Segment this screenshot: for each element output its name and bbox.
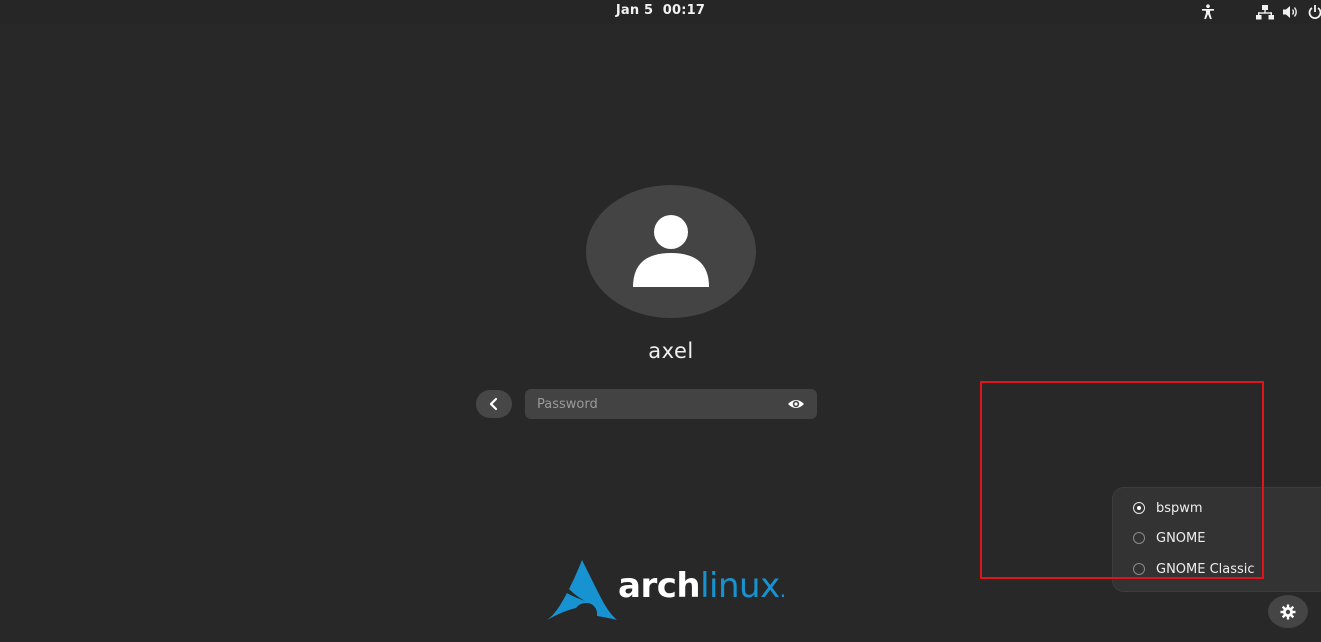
gear-icon [1280, 604, 1296, 619]
session-item-bspwm[interactable]: bspwm [1113, 495, 1321, 523]
accessibility-menu[interactable] [1200, 3, 1216, 21]
session-settings-button[interactable] [1268, 595, 1308, 628]
eye-icon [788, 400, 804, 408]
chevron-left-icon [489, 397, 498, 411]
clock-time: 00:17 [662, 3, 706, 18]
password-input[interactable] [525, 389, 787, 419]
logo-text-dot: . [779, 578, 786, 602]
session-radio [1133, 532, 1145, 544]
session-menu: bspwm GNOME GNOME Classic [1112, 487, 1321, 592]
user-avatar [586, 185, 756, 318]
session-item-gnome[interactable]: GNOME [1113, 525, 1321, 553]
password-field [525, 389, 817, 419]
session-radio-selected [1133, 502, 1145, 514]
accessibility-icon [1200, 4, 1216, 20]
user-icon [633, 215, 709, 287]
show-password-button[interactable] [787, 396, 805, 412]
login-screen: Jan 5 00:17 axel bspwm GNOME GNOME Class… [0, 0, 1321, 642]
back-button[interactable] [476, 390, 512, 418]
clock-date: Jan 5 [615, 3, 654, 18]
volume-icon [1282, 4, 1300, 20]
system-status-menu[interactable] [1256, 3, 1321, 21]
session-label: GNOME [1156, 531, 1206, 546]
logo-text-linux: linux [700, 566, 780, 606]
session-label: GNOME Classic [1156, 562, 1255, 577]
arch-linux-logo: archlinux. [546, 558, 806, 622]
session-radio [1133, 563, 1145, 575]
session-item-gnome-classic[interactable]: GNOME Classic [1113, 556, 1321, 584]
top-bar: Jan 5 00:17 [0, 0, 1321, 24]
clock[interactable]: Jan 5 00:17 [0, 3, 1321, 18]
network-icon [1256, 4, 1274, 20]
logo-text-arch: arch [618, 566, 701, 606]
username-label: axel [648, 339, 694, 363]
power-icon [1308, 4, 1321, 20]
session-label: bspwm [1156, 501, 1203, 516]
arch-logo-icon [547, 560, 617, 620]
